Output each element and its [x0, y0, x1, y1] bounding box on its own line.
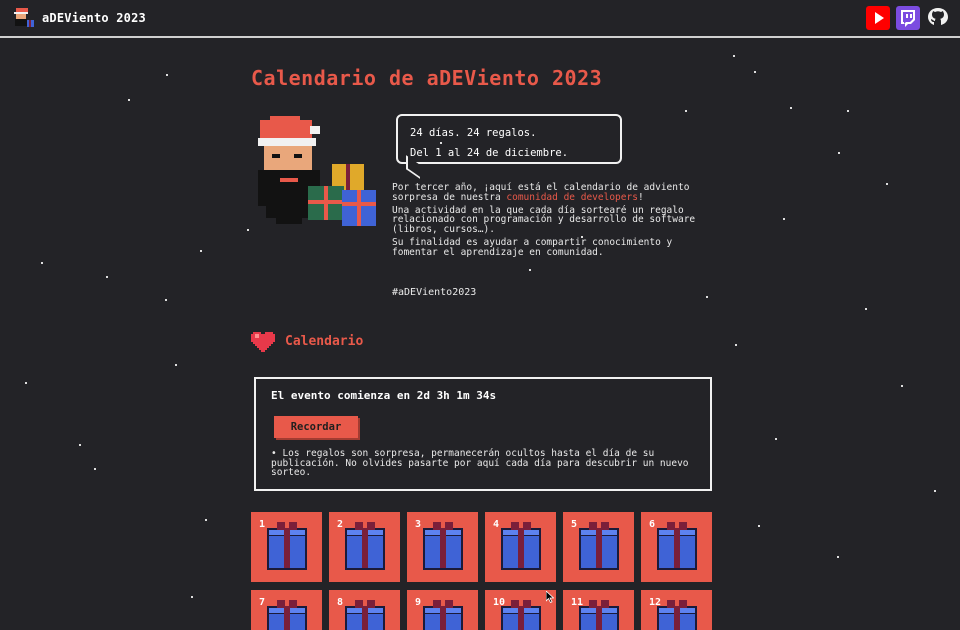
calendar-title: Calendario: [285, 333, 364, 349]
speech-line-2: Del 1 al 24 de diciembre.: [410, 147, 569, 159]
intro-paragraph-2: Una actividad en la que cada día sortear…: [392, 204, 696, 236]
gift-icon: [657, 600, 697, 630]
youtube-icon[interactable]: [866, 6, 890, 30]
intro-paragraph-1: Por tercer año, ¡aquí está el calendario…: [392, 183, 702, 203]
intro-paragraph-3: Su finalidad es ayudar a compartir conoc…: [392, 236, 673, 258]
day-card-9[interactable]: 9: [407, 590, 478, 630]
gift-icon: [579, 522, 619, 570]
surprise-note: • Los regalos son sorpresa, permanecerán…: [271, 448, 689, 479]
heart-icon: [251, 332, 275, 352]
day-card-4[interactable]: 4: [485, 512, 556, 582]
day-card-12[interactable]: 12: [641, 590, 712, 630]
gift-icon: [267, 522, 307, 570]
gift-icon: [345, 600, 385, 630]
day-card-11[interactable]: 11: [563, 590, 634, 630]
remind-button[interactable]: Recordar: [274, 416, 358, 438]
gift-icon: [423, 600, 463, 630]
gift-icon: [579, 600, 619, 630]
hashtag: #aDEViento2023: [392, 287, 477, 298]
day-card-1[interactable]: 1: [251, 512, 322, 582]
intro-text: Por tercer año, ¡aquí está el calendario…: [392, 183, 702, 261]
brand-link[interactable]: aDEViento 2023: [12, 6, 146, 30]
community-link[interactable]: comunidad de developers: [506, 192, 638, 203]
countdown-text: El evento comienza en 2d 3h 1m 34s: [271, 389, 497, 402]
twitch-icon[interactable]: [896, 6, 920, 30]
speech-bubble: 24 días. 24 regalos. Del 1 al 24 de dici…: [396, 114, 622, 164]
social-links: [866, 6, 950, 30]
mouse-cursor-icon: [546, 591, 554, 603]
santa-logo-icon: [14, 8, 34, 27]
top-navbar: aDEViento 2023: [0, 0, 960, 38]
day-card-7[interactable]: 7: [251, 590, 322, 630]
event-countdown-box: El evento comienza en 2d 3h 1m 34s Recor…: [254, 377, 712, 491]
day-card-5[interactable]: 5: [563, 512, 634, 582]
site-title: aDEViento 2023: [42, 11, 146, 25]
calendar-section-header: Calendario: [251, 330, 363, 352]
day-card-6[interactable]: 6: [641, 512, 712, 582]
gift-icon: [423, 522, 463, 570]
gift-icon: [267, 600, 307, 630]
page-title: Calendario de aDEViento 2023: [251, 66, 603, 90]
gift-icon: [657, 522, 697, 570]
gift-icon: [501, 600, 541, 630]
intro-paragraph-1-end: !: [637, 191, 644, 203]
gift-icon: [345, 522, 385, 570]
day-card-8[interactable]: 8: [329, 590, 400, 630]
speech-line-1: 24 días. 24 regalos.: [410, 127, 537, 139]
gift-icon: [501, 522, 541, 570]
santa-with-gifts-illustration: [258, 116, 376, 226]
day-card-3[interactable]: 3: [407, 512, 478, 582]
github-icon[interactable]: [926, 6, 950, 30]
day-card-2[interactable]: 2: [329, 512, 400, 582]
